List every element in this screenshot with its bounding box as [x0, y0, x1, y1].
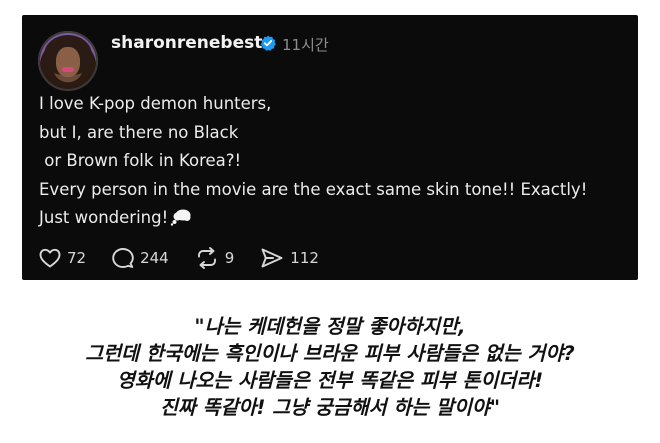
username[interactable]: sharonrenebest — [111, 33, 262, 53]
repost-icon — [197, 247, 216, 269]
thought-bubble-icon — [171, 209, 191, 226]
caption-line: 그런데 한국에는 흑인이나 브라운 피부 사람들은 없는 거야? — [85, 342, 575, 365]
repost-button[interactable]: 9 — [195, 247, 235, 269]
share-icon — [261, 248, 283, 268]
post-text-line: Every person in the movie are the exact … — [39, 179, 588, 199]
avatar[interactable] — [38, 31, 98, 91]
share-count: 112 — [290, 249, 319, 267]
post-text-last-line: Just wondering! — [39, 204, 587, 233]
comment-button[interactable]: 244 — [112, 247, 169, 269]
share-button[interactable]: 112 — [260, 247, 319, 269]
comment-count: 244 — [140, 249, 169, 267]
avatar-ring — [38, 31, 98, 91]
translation-caption: "나는 케데헌을 정말 좋아하지만, 그런데 한국에는 흑인이나 브라운 피부 … — [0, 313, 660, 421]
threads-post: sharonrenebest 11시간 I love K-pop demon h… — [22, 15, 638, 280]
comment-icon — [112, 248, 134, 268]
repost-count: 9 — [224, 249, 235, 267]
heart-icon — [39, 248, 61, 268]
post-text-line: but I, are there no Black — [39, 122, 239, 142]
post-text-line: I love K-pop demon hunters, — [39, 94, 272, 113]
post-time: 11시간 — [282, 36, 329, 54]
caption-line: "나는 케데헌을 정말 좋아하지만, — [194, 315, 466, 338]
post-text-line: or Brown folk in Korea?! — [39, 151, 242, 170]
verified-badge-icon — [260, 35, 276, 51]
caption-line: 진짜 똑같아! 그냥 궁금해서 하는 말이야" — [159, 396, 501, 419]
like-button[interactable]: 72 — [39, 248, 86, 268]
post-actions: 72 244 9 112 — [39, 247, 345, 269]
caption-line: 영화에 나오는 사람들은 전부 똑같은 피부 톤이더라! — [116, 369, 544, 392]
post-text: I love K-pop demon hunters, but I, are t… — [39, 90, 587, 233]
post-text-line: Just wondering! — [39, 208, 169, 227]
like-count: 72 — [67, 249, 87, 267]
